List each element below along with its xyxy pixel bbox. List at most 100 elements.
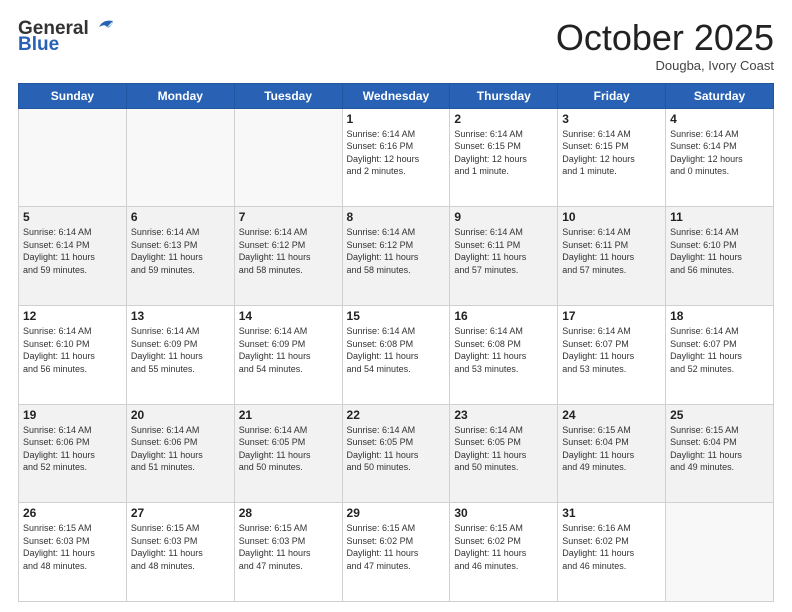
location: Dougba, Ivory Coast [556,58,774,73]
day-cell [19,108,127,207]
day-cell [126,108,234,207]
day-number: 9 [454,210,553,224]
day-cell: 29 Sunrise: 6:15 AM Sunset: 6:02 PM Dayli… [342,503,450,602]
day-cell: 8Sunrise: 6:14 AM Sunset: 6:12 PM Daylig… [342,207,450,306]
title-block: October 2025 Dougba, Ivory Coast [556,18,774,73]
day-number: 23 [454,408,553,422]
day-number: 21 [239,408,338,422]
calendar-table: SundayMondayTuesdayWednesdayThursdayFrid… [18,83,774,602]
page: General Blue October 2025 Dougba, Ivory … [0,0,792,612]
day-number: 29 [347,506,446,520]
logo: General Blue [18,18,115,56]
day-cell: 4 Sunrise: 6:14 AM Sunset: 6:14 PM Daylig… [666,108,774,207]
day-cell: 19 Sunrise: 6:14 AM Sunset: 6:06 PM Dayli… [19,404,127,503]
day-info: Sunrise: 6:15 AM Sunset: 6:04 PM Dayligh… [562,424,661,474]
logo-blue: Blue [18,34,59,56]
day-cell: 2 Sunrise: 6:14 AM Sunset: 6:15 PM Daylig… [450,108,558,207]
day-number: 1 [347,112,446,126]
day-number: 25 [670,408,769,422]
day-cell: 14 Sunrise: 6:14 AM Sunset: 6:09 PM Dayli… [234,305,342,404]
day-cell: 10Sunrise: 6:14 AM Sunset: 6:11 PM Dayli… [558,207,666,306]
day-number: 27 [131,506,230,520]
day-info: Sunrise: 6:14 AM Sunset: 6:14 PM Dayligh… [23,226,122,276]
day-info: Sunrise: 6:14 AM Sunset: 6:09 PM Dayligh… [239,325,338,375]
day-cell: 1 Sunrise: 6:14 AM Sunset: 6:16 PM Daylig… [342,108,450,207]
day-number: 2 [454,112,553,126]
month-title: October 2025 [556,18,774,58]
day-number: 4 [670,112,769,126]
day-number: 3 [562,112,661,126]
week-row-3: 12 Sunrise: 6:14 AM Sunset: 6:10 PM Dayli… [19,305,774,404]
day-info: Sunrise: 6:14 AM Sunset: 6:09 PM Dayligh… [131,325,230,375]
day-info: Sunrise: 6:14 AM Sunset: 6:15 PM Dayligh… [454,128,553,178]
day-cell: 17 Sunrise: 6:14 AM Sunset: 6:07 PM Dayli… [558,305,666,404]
day-cell: 26Sunrise: 6:15 AM Sunset: 6:03 PM Dayli… [19,503,127,602]
day-cell: 23 Sunrise: 6:14 AM Sunset: 6:05 PM Dayli… [450,404,558,503]
day-info: Sunrise: 6:14 AM Sunset: 6:06 PM Dayligh… [131,424,230,474]
week-row-2: 5 Sunrise: 6:14 AM Sunset: 6:14 PM Daylig… [19,207,774,306]
day-info: Sunrise: 6:14 AM Sunset: 6:08 PM Dayligh… [347,325,446,375]
day-info: Sunrise: 6:14 AM Sunset: 6:16 PM Dayligh… [347,128,446,178]
day-number: 28 [239,506,338,520]
day-cell: 5 Sunrise: 6:14 AM Sunset: 6:14 PM Daylig… [19,207,127,306]
day-number: 17 [562,309,661,323]
day-info: Sunrise: 6:14 AM Sunset: 6:06 PM Dayligh… [23,424,122,474]
day-cell [234,108,342,207]
day-info: Sunrise: 6:15 AM Sunset: 6:03 PM Dayligh… [131,522,230,572]
day-info: Sunrise: 6:14 AM Sunset: 6:08 PM Dayligh… [454,325,553,375]
week-row-4: 19 Sunrise: 6:14 AM Sunset: 6:06 PM Dayli… [19,404,774,503]
day-cell: 12 Sunrise: 6:14 AM Sunset: 6:10 PM Dayli… [19,305,127,404]
day-info: Sunrise: 6:14 AM Sunset: 6:13 PM Dayligh… [131,226,230,276]
day-info: Sunrise: 6:14 AM Sunset: 6:11 PM Dayligh… [454,226,553,276]
day-cell: 22 Sunrise: 6:14 AM Sunset: 6:05 PM Dayli… [342,404,450,503]
day-info: Sunrise: 6:14 AM Sunset: 6:10 PM Dayligh… [23,325,122,375]
day-info: Sunrise: 6:14 AM Sunset: 6:05 PM Dayligh… [347,424,446,474]
day-cell: 3Sunrise: 6:14 AM Sunset: 6:15 PM Daylig… [558,108,666,207]
week-row-1: 1 Sunrise: 6:14 AM Sunset: 6:16 PM Daylig… [19,108,774,207]
weekday-header-friday: Friday [558,83,666,108]
day-number: 15 [347,309,446,323]
day-cell: 11Sunrise: 6:14 AM Sunset: 6:10 PM Dayli… [666,207,774,306]
day-number: 22 [347,408,446,422]
day-info: Sunrise: 6:14 AM Sunset: 6:10 PM Dayligh… [670,226,769,276]
weekday-header-sunday: Sunday [19,83,127,108]
day-cell: 28 Sunrise: 6:15 AM Sunset: 6:03 PM Dayli… [234,503,342,602]
day-info: Sunrise: 6:14 AM Sunset: 6:05 PM Dayligh… [239,424,338,474]
logo-bird-icon [91,17,115,37]
day-number: 24 [562,408,661,422]
day-info: Sunrise: 6:15 AM Sunset: 6:03 PM Dayligh… [239,522,338,572]
day-info: Sunrise: 6:15 AM Sunset: 6:04 PM Dayligh… [670,424,769,474]
day-cell: 18Sunrise: 6:14 AM Sunset: 6:07 PM Dayli… [666,305,774,404]
day-number: 7 [239,210,338,224]
day-cell [666,503,774,602]
day-number: 6 [131,210,230,224]
day-cell: 21 Sunrise: 6:14 AM Sunset: 6:05 PM Dayli… [234,404,342,503]
day-number: 31 [562,506,661,520]
day-number: 5 [23,210,122,224]
day-cell: 31 Sunrise: 6:16 AM Sunset: 6:02 PM Dayli… [558,503,666,602]
day-info: Sunrise: 6:14 AM Sunset: 6:14 PM Dayligh… [670,128,769,178]
day-number: 30 [454,506,553,520]
day-info: Sunrise: 6:14 AM Sunset: 6:12 PM Dayligh… [239,226,338,276]
header: General Blue October 2025 Dougba, Ivory … [18,18,774,73]
day-info: Sunrise: 6:14 AM Sunset: 6:05 PM Dayligh… [454,424,553,474]
day-info: Sunrise: 6:14 AM Sunset: 6:07 PM Dayligh… [670,325,769,375]
day-cell: 25 Sunrise: 6:15 AM Sunset: 6:04 PM Dayli… [666,404,774,503]
day-cell: 15 Sunrise: 6:14 AM Sunset: 6:08 PM Dayli… [342,305,450,404]
day-number: 19 [23,408,122,422]
weekday-header-monday: Monday [126,83,234,108]
day-number: 14 [239,309,338,323]
day-number: 20 [131,408,230,422]
day-info: Sunrise: 6:15 AM Sunset: 6:02 PM Dayligh… [347,522,446,572]
day-cell: 16 Sunrise: 6:14 AM Sunset: 6:08 PM Dayli… [450,305,558,404]
day-info: Sunrise: 6:16 AM Sunset: 6:02 PM Dayligh… [562,522,661,572]
day-info: Sunrise: 6:14 AM Sunset: 6:07 PM Dayligh… [562,325,661,375]
day-cell: 6 Sunrise: 6:14 AM Sunset: 6:13 PM Daylig… [126,207,234,306]
day-info: Sunrise: 6:14 AM Sunset: 6:12 PM Dayligh… [347,226,446,276]
day-cell: 24 Sunrise: 6:15 AM Sunset: 6:04 PM Dayli… [558,404,666,503]
day-number: 12 [23,309,122,323]
day-info: Sunrise: 6:15 AM Sunset: 6:03 PM Dayligh… [23,522,122,572]
weekday-header-row: SundayMondayTuesdayWednesdayThursdayFrid… [19,83,774,108]
weekday-header-tuesday: Tuesday [234,83,342,108]
day-number: 16 [454,309,553,323]
